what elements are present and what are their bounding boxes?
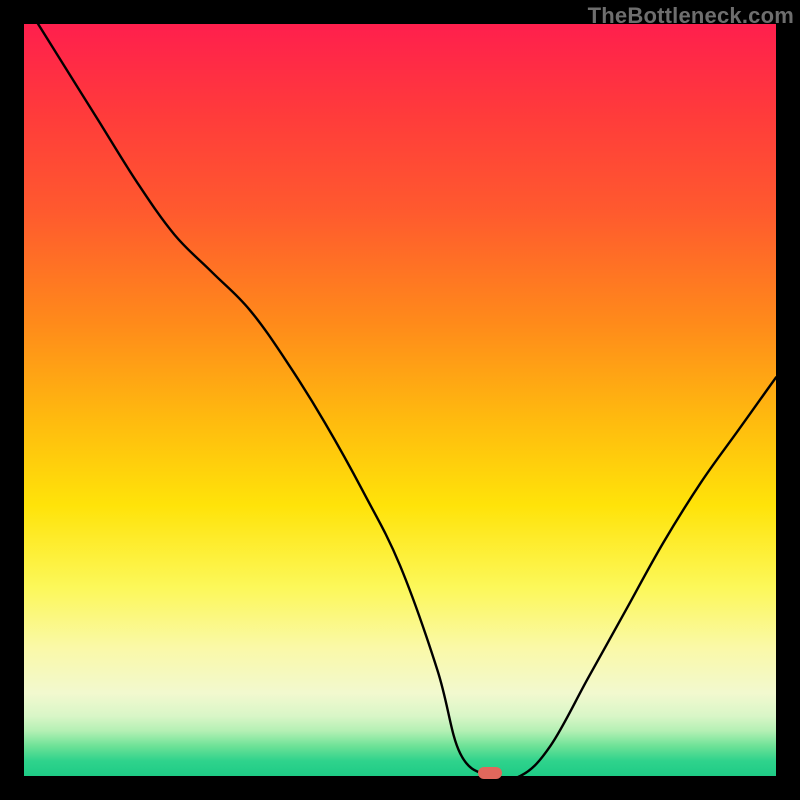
bottleneck-curve <box>24 24 776 776</box>
watermark-text: TheBottleneck.com <box>588 3 794 29</box>
optimal-marker <box>478 767 502 779</box>
plot-area <box>24 24 776 776</box>
chart-container: TheBottleneck.com <box>0 0 800 800</box>
